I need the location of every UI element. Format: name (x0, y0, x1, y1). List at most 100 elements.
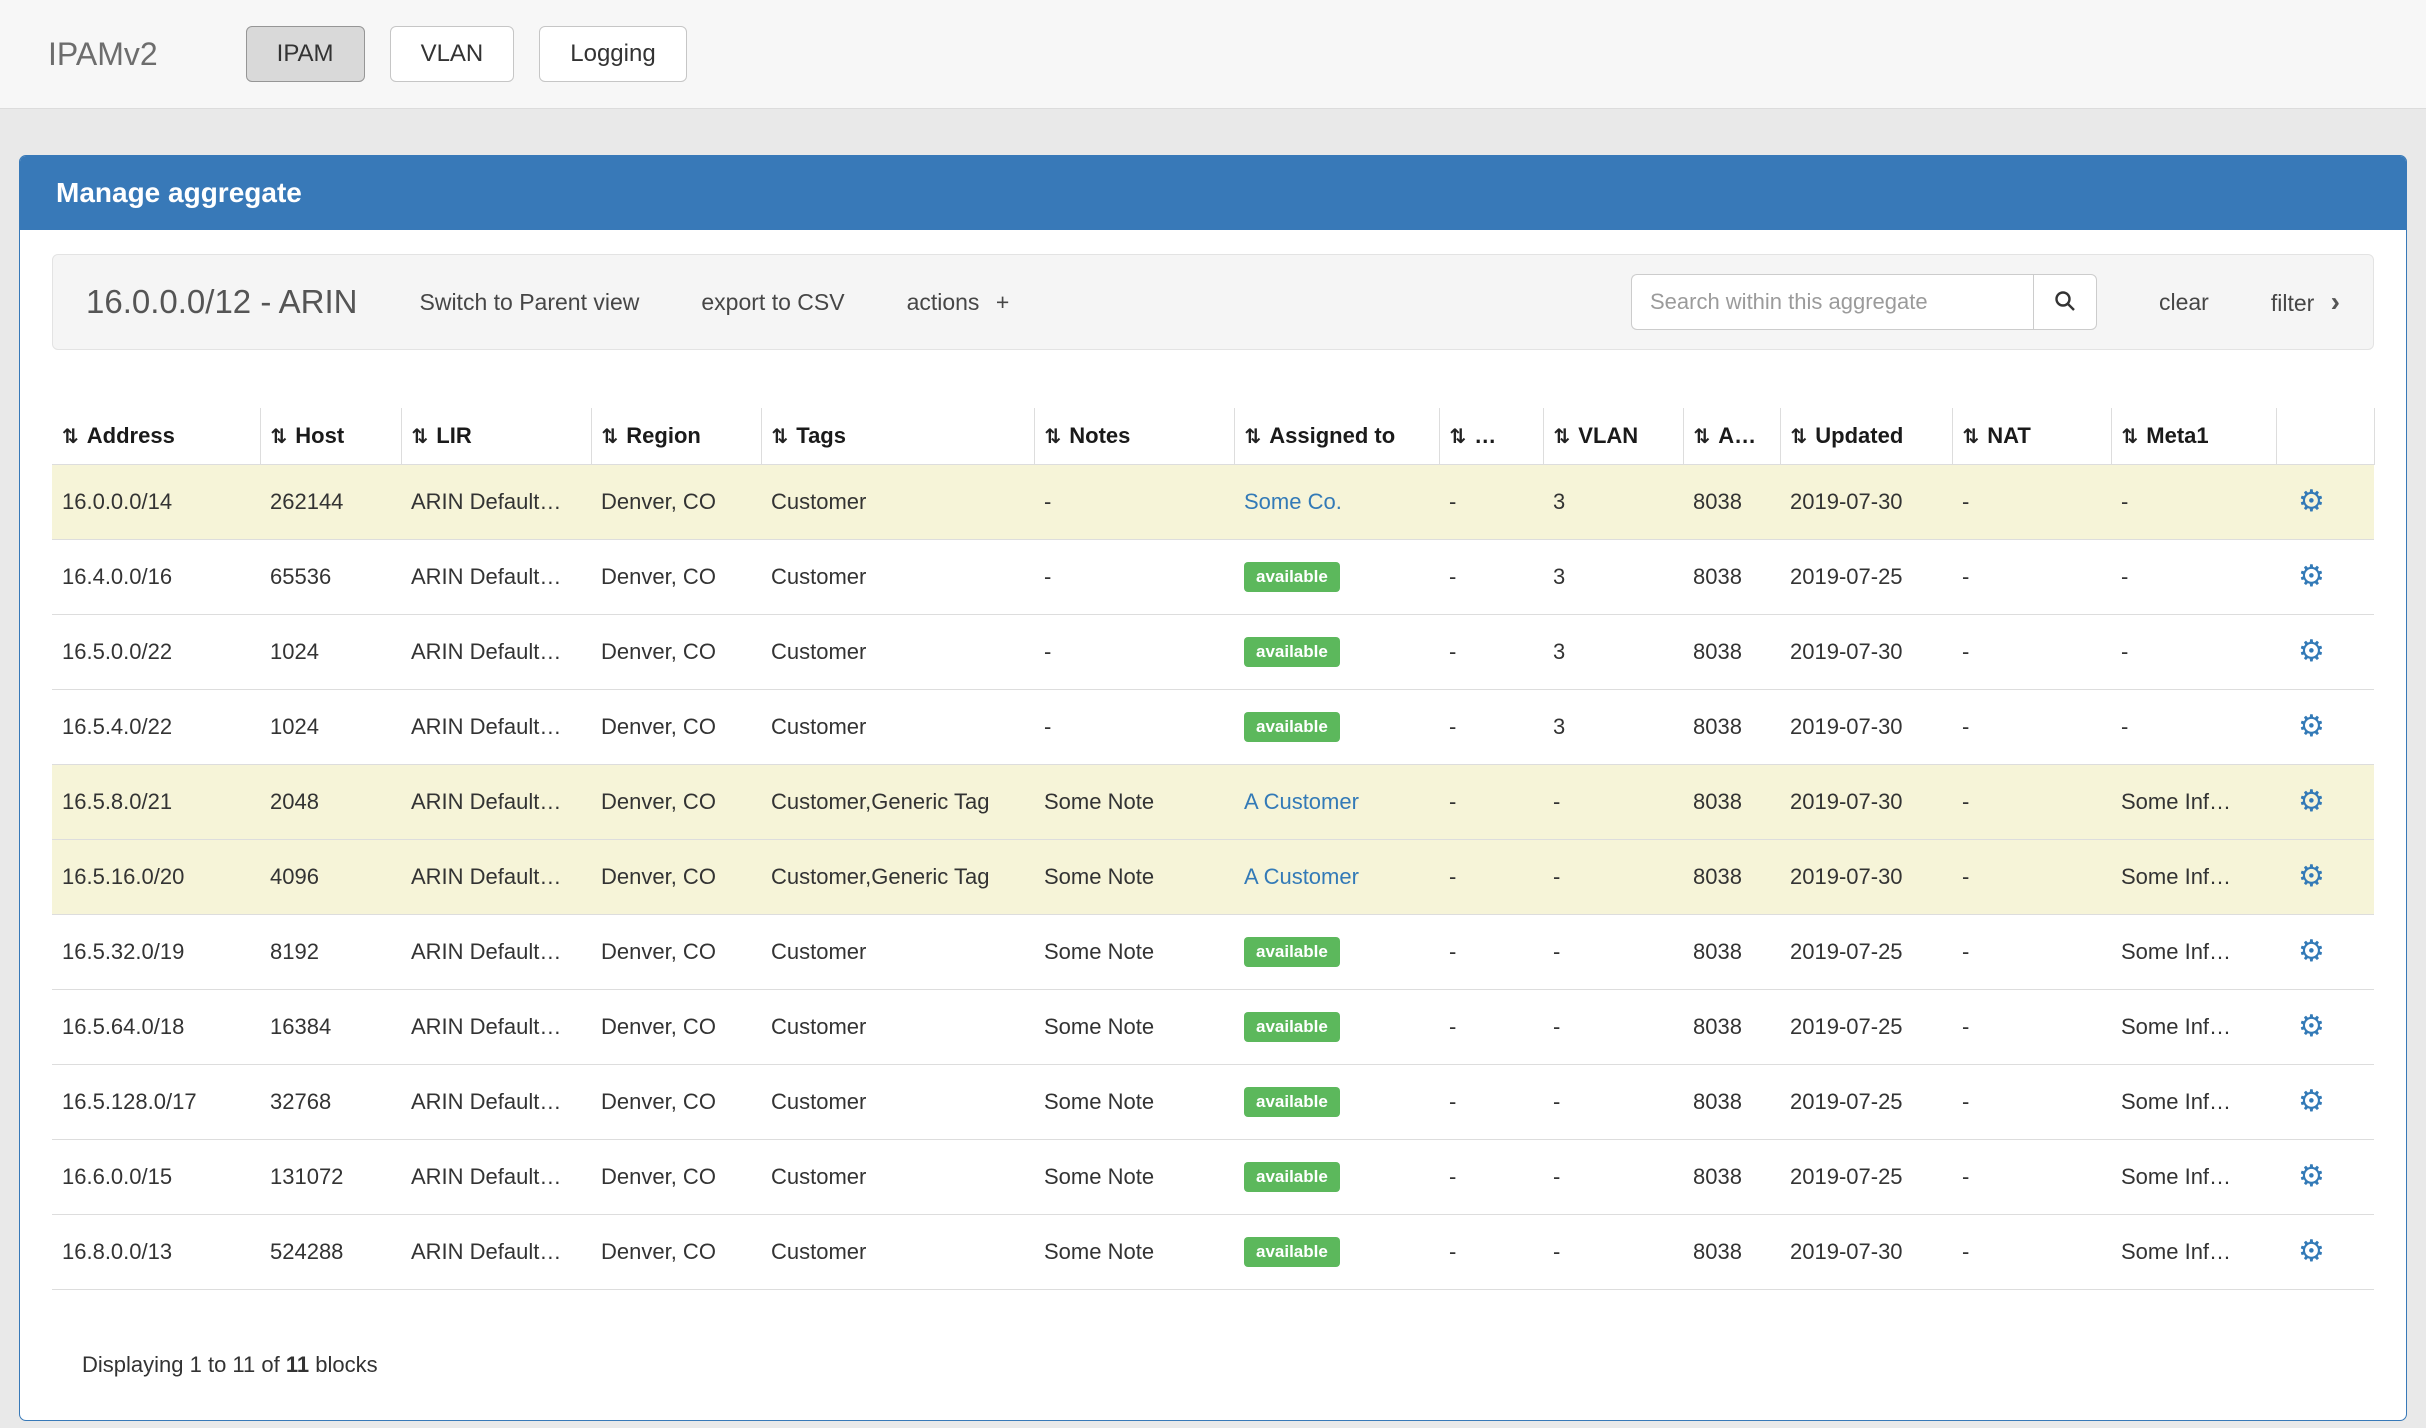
cell-host: 131072 (260, 1140, 401, 1215)
gear-icon[interactable]: ⚙ (2298, 562, 2325, 592)
column-label: A… (1718, 423, 1756, 448)
cell-tags: Customer (761, 990, 1034, 1065)
sort-icon: ⇅ (1245, 426, 1262, 448)
cell-updated: 2019-07-25 (1780, 990, 1952, 1065)
cell-actions: ⚙ (2276, 540, 2374, 615)
assigned-to-link[interactable]: A Customer (1244, 864, 1359, 889)
cell-region: Denver, CO (591, 1215, 761, 1290)
column-header-region[interactable]: ⇅Region (591, 408, 761, 465)
column-header-address[interactable]: ⇅Address (52, 408, 260, 465)
available-badge: available (1244, 1087, 1340, 1117)
table-row: 16.0.0.0/14262144ARIN Default…Denver, CO… (52, 465, 2374, 540)
blocks-table: ⇅Address⇅Host⇅LIR⇅Region⇅Tags⇅Notes⇅Assi… (52, 408, 2375, 1290)
cell-updated: 2019-07-30 (1780, 615, 1952, 690)
cell-notes: - (1034, 465, 1234, 540)
cell-tags: Customer (761, 690, 1034, 765)
gear-icon[interactable]: ⚙ (2298, 1012, 2325, 1042)
cell-address: 16.5.4.0/22 (52, 690, 260, 765)
table-row: 16.5.4.0/221024ARIN Default…Denver, COCu… (52, 690, 2374, 765)
cell-nat: - (1952, 1140, 2111, 1215)
cell-address: 16.5.32.0/19 (52, 915, 260, 990)
cell-lir: ARIN Default… (401, 915, 591, 990)
search-group (1631, 274, 2097, 330)
cell-lir: ARIN Default… (401, 840, 591, 915)
table-body: 16.0.0.0/14262144ARIN Default…Denver, CO… (52, 465, 2374, 1290)
filter-link[interactable]: filter › (2271, 286, 2340, 318)
cell-lir: ARIN Default… (401, 540, 591, 615)
column-header-host[interactable]: ⇅Host (260, 408, 401, 465)
export-to-csv-link[interactable]: export to CSV (701, 289, 844, 316)
gear-icon[interactable]: ⚙ (2298, 862, 2325, 892)
plus-icon: + (996, 289, 1009, 315)
table-row: 16.5.128.0/1732768ARIN Default…Denver, C… (52, 1065, 2374, 1140)
gear-icon[interactable]: ⚙ (2298, 487, 2325, 517)
cell-meta1: Some Inf… (2111, 840, 2276, 915)
assigned-to-link[interactable]: A Customer (1244, 789, 1359, 814)
cell-actions: ⚙ (2276, 615, 2374, 690)
cell-meta1: - (2111, 615, 2276, 690)
cell-vlan: - (1543, 990, 1683, 1065)
column-label: Address (87, 423, 175, 448)
gear-icon[interactable]: ⚙ (2298, 937, 2325, 967)
column-header-notes[interactable]: ⇅Notes (1034, 408, 1234, 465)
table-row: 16.8.0.0/13524288ARIN Default…Denver, CO… (52, 1215, 2374, 1290)
column-header-lir[interactable]: ⇅LIR (401, 408, 591, 465)
column-header-updated[interactable]: ⇅ Updated (1780, 408, 1952, 465)
column-label: Updated (1815, 423, 1903, 448)
search-button[interactable] (2033, 274, 2097, 330)
cell-lir: ARIN Default… (401, 690, 591, 765)
switch-to-parent-view-link[interactable]: Switch to Parent view (420, 289, 640, 316)
clear-link[interactable]: clear (2159, 289, 2209, 316)
cell-vlan: 3 (1543, 465, 1683, 540)
cell-meta1: Some Inf… (2111, 990, 2276, 1065)
tab-ipam[interactable]: IPAM (246, 26, 365, 82)
column-header-tags[interactable]: ⇅Tags (761, 408, 1034, 465)
column-header-assigned_to[interactable]: ⇅Assigned to (1234, 408, 1439, 465)
cell-lir: ARIN Default… (401, 990, 591, 1065)
cell-assigned_to: available (1234, 615, 1439, 690)
available-badge: available (1244, 562, 1340, 592)
sort-icon: ⇅ (271, 426, 288, 448)
cell-meta1: Some Inf… (2111, 1065, 2276, 1140)
cell-actions: ⚙ (2276, 690, 2374, 765)
cell-tags: Customer (761, 615, 1034, 690)
cell-nat: - (1952, 690, 2111, 765)
assigned-to-link[interactable]: Some Co. (1244, 489, 1342, 514)
cell-notes: Some Note (1034, 840, 1234, 915)
gear-icon[interactable]: ⚙ (2298, 712, 2325, 742)
displaying-prefix: Displaying 1 to 11 of (82, 1352, 286, 1377)
gear-icon[interactable]: ⚙ (2298, 637, 2325, 667)
cell-vlan: 3 (1543, 690, 1683, 765)
gear-icon[interactable]: ⚙ (2298, 1237, 2325, 1267)
cell-vlan: - (1543, 1140, 1683, 1215)
column-header-dots[interactable]: ⇅… (1439, 408, 1543, 465)
tab-logging[interactable]: Logging (539, 26, 686, 82)
cell-assigned_to: available (1234, 1140, 1439, 1215)
cell-region: Denver, CO (591, 540, 761, 615)
actions-menu-link[interactable]: actions + (907, 289, 1010, 316)
cell-tags: Customer (761, 915, 1034, 990)
cell-updated: 2019-07-25 (1780, 915, 1952, 990)
cell-notes: Some Note (1034, 1140, 1234, 1215)
gear-icon[interactable]: ⚙ (2298, 787, 2325, 817)
column-header-a[interactable]: ⇅A… (1683, 408, 1780, 465)
search-input[interactable] (1631, 274, 2033, 330)
gear-icon[interactable]: ⚙ (2298, 1087, 2325, 1117)
available-badge: available (1244, 637, 1340, 667)
panel-body: 16.0.0.0/12 - ARIN Switch to Parent view… (20, 230, 2406, 1420)
cell-assigned_to: Some Co. (1234, 465, 1439, 540)
cell-dots: - (1439, 1215, 1543, 1290)
cell-lir: ARIN Default… (401, 1215, 591, 1290)
cell-nat: - (1952, 1065, 2111, 1140)
actions-label: actions (907, 289, 980, 315)
tab-vlan[interactable]: VLAN (390, 26, 515, 82)
column-header-nat[interactable]: ⇅NAT (1952, 408, 2111, 465)
column-label: Notes (1069, 423, 1130, 448)
column-header-vlan[interactable]: ⇅VLAN (1543, 408, 1683, 465)
sort-icon: ⇅ (1791, 426, 1808, 448)
cell-dots: - (1439, 765, 1543, 840)
gear-icon[interactable]: ⚙ (2298, 1162, 2325, 1192)
cell-address: 16.5.16.0/20 (52, 840, 260, 915)
column-header-meta1[interactable]: ⇅Meta1 (2111, 408, 2276, 465)
cell-vlan: - (1543, 1215, 1683, 1290)
